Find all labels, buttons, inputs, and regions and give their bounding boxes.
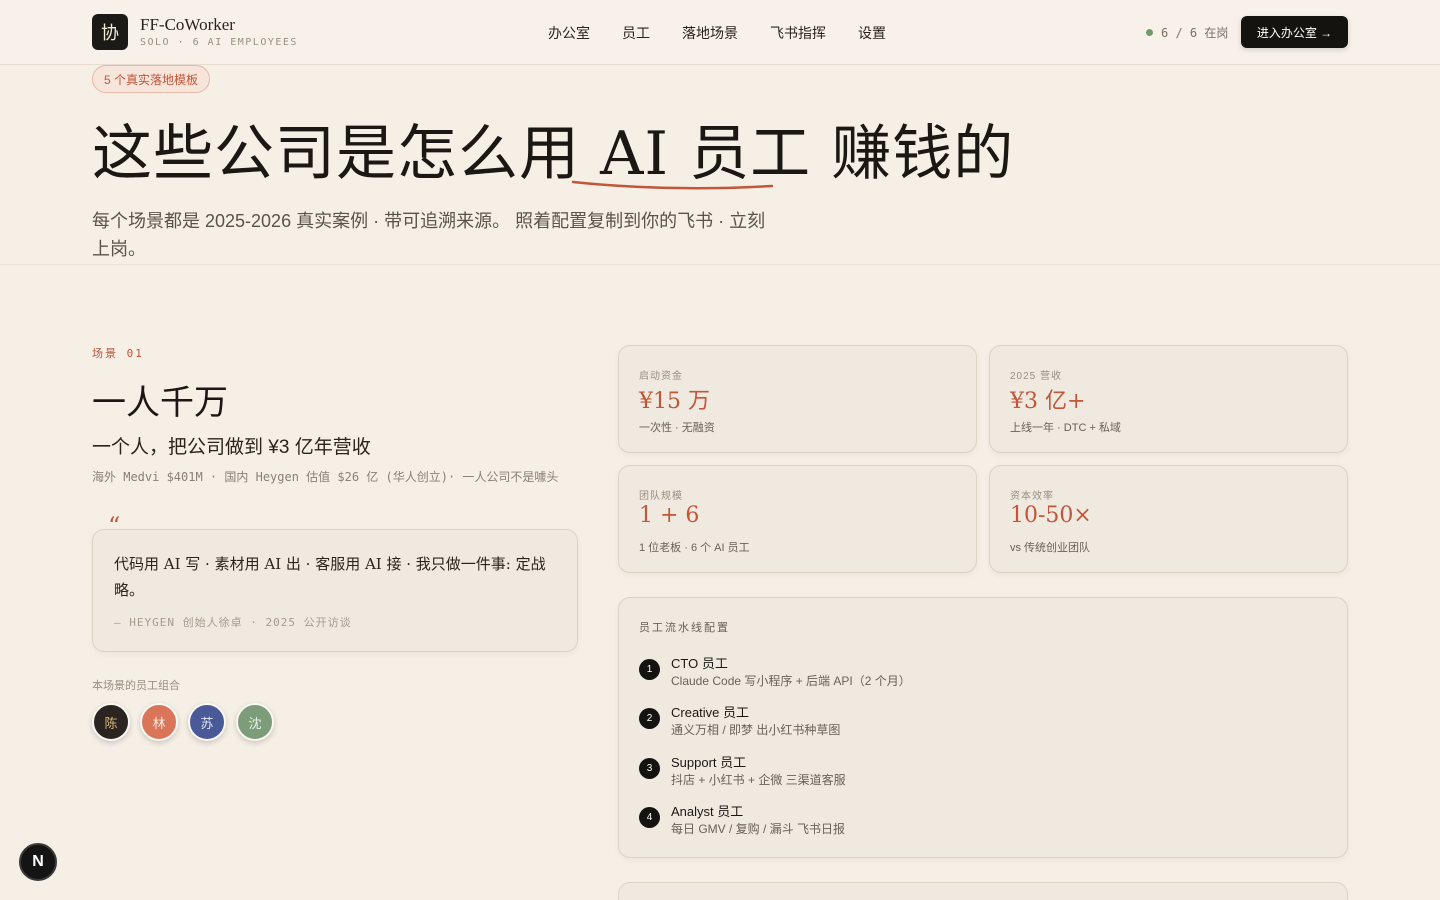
template-count-badge: 5 个真实落地模板 <box>92 65 211 93</box>
stat-value: 10-50× <box>1010 503 1092 528</box>
enter-office-button[interactable]: 进入办公室 → <box>1241 16 1348 48</box>
pipeline-title: 员工流水线配置 <box>639 622 730 634</box>
avatar[interactable]: 林 <box>140 703 178 741</box>
online-status: 6 / 6 在岗 <box>1146 24 1228 41</box>
stat-note: 上线一年 · DTC + 私域 <box>1010 422 1121 434</box>
status-dot-icon <box>1146 29 1153 36</box>
avatar[interactable]: 陈 <box>92 703 130 741</box>
step-description: 每日 GMV / 复购 / 漏斗 飞书日报 <box>671 822 846 836</box>
step-number: 1 <box>639 659 660 680</box>
step-name: Analyst 员工 <box>671 804 744 819</box>
next-card <box>618 882 1348 900</box>
step-name: CTO 员工 <box>671 656 728 671</box>
stat-label: 2025 营收 <box>1010 371 1063 382</box>
page-subtitle: 每个场景都是 2025-2026 真实案例 · 带可追溯来源。 照着配置复制到你… <box>92 211 766 259</box>
stat-label: 团队规模 <box>639 491 683 502</box>
app-name: FF-CoWorker <box>140 15 235 34</box>
scene-label: 场景 01 <box>92 347 144 360</box>
stat-label: 启动资金 <box>639 371 683 382</box>
pipeline-card: 员工流水线配置 1 CTO 员工 Claude Code 写小程序 + 后端 A… <box>618 597 1348 858</box>
stat-card-revenue: 2025 营收 ¥3 亿+ 上线一年 · DTC + 私域 <box>989 345 1348 453</box>
hero-divider <box>0 264 1440 265</box>
team-avatars: 陈 林 苏 沈 <box>92 703 274 741</box>
nav-office[interactable]: 办公室 <box>548 23 590 43</box>
page-title: 这些公司是怎么用 AI 员工 赚钱的 <box>92 119 1015 189</box>
scene-description: 海外 Medvi $401M · 国内 Heygen 估值 $26 亿 (华人创… <box>92 470 559 484</box>
quote-text: 代码用 AI 写 · 素材用 AI 出 · 客服用 AI 接 · 我只做一件事:… <box>114 555 546 599</box>
step-description: 通义万相 / 即梦 出小红书种草图 <box>671 723 841 737</box>
stat-note: 1 位老板 · 6 个 AI 员工 <box>639 542 750 554</box>
avatar[interactable]: 沈 <box>236 703 274 741</box>
step-description: 抖店 + 小红书 + 企微 三渠道客服 <box>671 773 846 787</box>
main-nav: 办公室 员工 落地场景 飞书指挥 设置 <box>548 23 886 43</box>
step-number: 3 <box>639 758 660 779</box>
stat-card-team-size: 团队规模 1 + 6 1 位老板 · 6 个 AI 员工 <box>618 465 977 573</box>
nav-feishu-command[interactable]: 飞书指挥 <box>770 23 826 43</box>
step-name: Creative 员工 <box>671 705 750 720</box>
stat-note: vs 传统创业团队 <box>1010 542 1091 554</box>
app-subtitle: SOLO · 6 AI EMPLOYEES <box>140 37 298 48</box>
quote-source: — HEYGEN 创始人徐卓 · 2025 公开访谈 <box>114 616 352 629</box>
quote-icon: “ <box>108 512 121 540</box>
step-number: 4 <box>639 807 660 828</box>
stat-value: ¥3 亿+ <box>1010 389 1086 414</box>
status-text: 6 / 6 在岗 <box>1161 26 1229 40</box>
nav-settings[interactable]: 设置 <box>858 23 886 43</box>
nav-employees[interactable]: 员工 <box>622 23 650 43</box>
stat-value: ¥15 万 <box>639 389 710 414</box>
top-header: 协 FF-CoWorker SOLO · 6 AI EMPLOYEES 办公室 … <box>0 0 1440 65</box>
step-description: Claude Code 写小程序 + 后端 API（2 个月） <box>671 674 911 688</box>
quote-card: 代码用 AI 写 · 素材用 AI 出 · 客服用 AI 接 · 我只做一件事:… <box>92 529 578 652</box>
scene-title: 一人千万 <box>92 383 228 423</box>
stat-value: 1 + 6 <box>639 503 700 528</box>
app-logo[interactable]: 协 <box>92 14 128 50</box>
step-name: Support 员工 <box>671 755 747 770</box>
nav-scenarios[interactable]: 落地场景 <box>682 23 738 43</box>
avatar[interactable]: 苏 <box>188 703 226 741</box>
team-label: 本场景的员工组合 <box>92 680 180 692</box>
stat-card-startup-capital: 启动资金 ¥15 万 一次性 · 无融资 <box>618 345 977 453</box>
stat-label: 资本效率 <box>1010 491 1054 502</box>
devtools-n-button[interactable]: N <box>19 843 57 881</box>
scene-subtitle: 一个人，把公司做到 ¥3 亿年营收 <box>92 437 371 458</box>
title-underline <box>571 180 774 190</box>
step-number: 2 <box>639 708 660 729</box>
stat-note: 一次性 · 无融资 <box>639 422 715 434</box>
stat-card-capital-efficiency: 资本效率 10-50× vs 传统创业团队 <box>989 465 1348 573</box>
